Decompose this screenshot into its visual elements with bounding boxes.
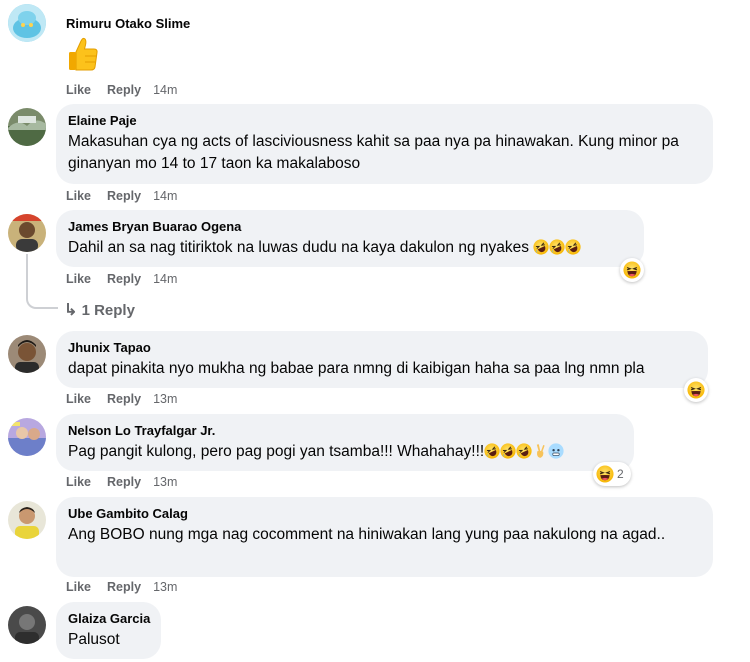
comment-text: Ang BOBO nung mga nag cocomment na hiniw… [68,526,666,543]
comment-actions: Like Reply 14m [66,83,193,97]
commenter-name[interactable]: Nelson Lo Trayfalgar Jr. [68,422,622,439]
comment-bubble: Glaiza Garcia Palusot [56,602,161,659]
rofl-emoji-icon [565,239,581,255]
timestamp[interactable]: 13m [153,392,177,406]
rofl-emoji-icon [484,443,500,459]
rofl-emoji-icon [533,239,549,255]
timestamp[interactable]: 14m [153,189,177,203]
comment-bubble: Jhunix Tapao dapat pinakita nyo mukha ng… [56,331,708,388]
comment-actions: Like Reply 14m [66,272,193,286]
timestamp[interactable]: 13m [153,580,177,594]
view-replies-label: 1 Reply [81,302,135,319]
haha-reaction-icon [596,465,614,483]
comment-text-content: Dahil an sa nag titiriktok na luwas dudu… [68,239,529,256]
commenter-name[interactable]: Ube Gambito Calag [68,505,701,522]
commenter-name[interactable]: James Bryan Buarao Ogena [68,218,632,235]
avatar-image [8,108,46,146]
reaction-badge[interactable]: 2 [593,462,631,486]
like-button[interactable]: Like [66,83,91,97]
comment-actions: Like Reply 13m [66,580,193,594]
avatar[interactable] [8,4,46,42]
avatar[interactable] [8,335,46,373]
like-button[interactable]: Like [66,580,91,594]
reply-button[interactable]: Reply [107,83,141,97]
rofl-emoji-icon [549,239,565,255]
avatar[interactable] [8,606,46,644]
comment-bubble: Ube Gambito Calag Ang BOBO nung mga nag … [56,497,713,577]
comment-bubble: Elaine Paje Makasuhan cya ng acts of las… [56,104,713,184]
timestamp[interactable]: 14m [153,83,177,97]
haha-reaction-icon [623,261,641,279]
reaction-badge[interactable] [684,378,708,402]
comment-text: dapat pinakita nyo mukha ng babae para n… [68,360,645,377]
commenter-name[interactable]: Jhunix Tapao [68,339,696,356]
timestamp[interactable]: 14m [153,272,177,286]
comment-bubble: Nelson Lo Trayfalgar Jr. Pag pangit kulo… [56,414,634,471]
reaction-count: 2 [617,467,624,481]
like-button[interactable]: Like [66,392,91,406]
comment-text: Makasuhan cya ng acts of lasciviousness … [68,133,679,172]
thread-line [26,293,58,309]
timestamp[interactable]: 13m [153,475,177,489]
thread-line [26,254,28,294]
rofl-emoji-icon [516,443,532,459]
like-button[interactable]: Like [66,189,91,203]
avatar[interactable] [8,418,46,456]
reply-button[interactable]: Reply [107,272,141,286]
reaction-badge[interactable] [620,258,644,282]
avatar-image [8,214,46,252]
reply-arrow-icon: ↳ [64,302,78,319]
comment-bubble: James Bryan Buarao Ogena Dahil an sa nag… [56,210,644,267]
reply-button[interactable]: Reply [107,392,141,406]
haha-reaction-icon [687,381,705,399]
avatar-image [8,501,46,539]
commenter-name[interactable]: Rimuru Otako Slime [66,15,190,32]
reply-button[interactable]: Reply [107,580,141,594]
comment-text-content: Pag pangit kulong, pero pag pogi yan tsa… [68,443,485,460]
comment-text: Dahil an sa nag titiriktok na luwas dudu… [68,237,632,259]
avatar[interactable] [8,108,46,146]
comment-text: Pag pangit kulong, pero pag pogi yan tsa… [68,441,622,463]
thumbs-up-sticker-icon [66,36,100,77]
avatar-image [8,4,46,42]
avatar[interactable] [8,501,46,539]
comment-actions: Like Reply 14m [66,189,193,203]
commenter-name[interactable]: Elaine Paje [68,112,701,129]
avatar[interactable] [8,214,46,252]
avatar-image [8,335,46,373]
reply-button[interactable]: Reply [107,475,141,489]
comment-actions: Like Reply 13m [66,475,193,489]
comment-text: Palusot [68,631,120,648]
rofl-emoji-icon [500,443,516,459]
like-button[interactable]: Like [66,272,91,286]
avatar-image [8,418,46,456]
reply-button[interactable]: Reply [107,189,141,203]
cold-face-emoji-icon [548,443,564,459]
victory-hand-emoji-icon [532,443,548,459]
view-replies-link[interactable]: ↳ 1 Reply [64,300,135,320]
comment-actions: Like Reply 13m [66,392,193,406]
avatar-image [8,606,46,644]
like-button[interactable]: Like [66,475,91,489]
commenter-name[interactable]: Glaiza Garcia [68,610,150,627]
